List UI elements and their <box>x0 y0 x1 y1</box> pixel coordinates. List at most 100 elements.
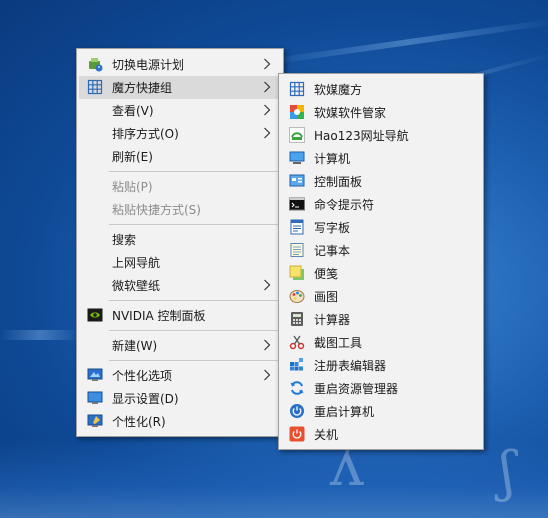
menu-item-web-navigation[interactable]: 上网导航 <box>79 251 281 274</box>
chevron-right-icon <box>263 81 271 93</box>
submenu-item-computer[interactable]: 计算机 <box>281 147 481 170</box>
submenu-item-shutdown[interactable]: 关机 <box>281 423 481 446</box>
menu-item-label: 新建(W) <box>112 339 158 353</box>
submenu-item-label: 重启资源管理器 <box>314 382 399 396</box>
desktop-floor-glow <box>0 440 548 518</box>
nvidia-icon <box>87 307 103 323</box>
menu-item-search[interactable]: 搜索 <box>79 228 281 251</box>
calculator-icon <box>289 311 305 327</box>
menu-item-label: 显示设置(D) <box>112 392 179 406</box>
menu-item-display-settings[interactable]: 显示设置(D) <box>79 387 281 410</box>
desktop-context-menu: 切换电源计划 魔方快捷组 查看(V) 排序方式(O) 刷新(E) 粘贴(P) 粘… <box>76 48 284 437</box>
submenu-item-label: 注册表编辑器 <box>314 359 387 373</box>
submenu-item-calculator[interactable]: 计算器 <box>281 308 481 331</box>
submenu-item-registry-editor[interactable]: 注册表编辑器 <box>281 354 481 377</box>
submenu-item-label: 画图 <box>314 290 339 304</box>
chevron-right-icon <box>263 127 271 139</box>
submenu-item-paint[interactable]: 画图 <box>281 285 481 308</box>
display-icon <box>87 390 103 406</box>
menu-item-paste[interactable]: 粘贴(P) <box>79 175 281 198</box>
submenu-item-label: 写字板 <box>314 221 351 235</box>
submenu-item-label: 命令提示符 <box>314 198 375 212</box>
submenu-item-notepad[interactable]: 记事本 <box>281 239 481 262</box>
grid-icon <box>87 79 103 95</box>
menu-item-new[interactable]: 新建(W) <box>79 334 281 357</box>
submenu-item-ruanmei-mofang[interactable]: 软媒魔方 <box>281 78 481 101</box>
computer-icon <box>289 150 305 166</box>
submenu-item-restart-computer[interactable]: 重启计算机 <box>281 400 481 423</box>
registry-editor-icon <box>289 357 305 373</box>
submenu-item-control-panel[interactable]: 控制面板 <box>281 170 481 193</box>
submenu-item-label: 便笺 <box>314 267 339 281</box>
chevron-right-icon <box>263 104 271 116</box>
menu-item-power-plan[interactable]: 切换电源计划 <box>79 53 281 76</box>
command-prompt-icon <box>289 196 305 212</box>
menu-item-label: 切换电源计划 <box>112 58 185 72</box>
light-streak <box>259 18 548 66</box>
watermark-logo: ʃ <box>500 440 515 503</box>
submenu-item-label: 软媒魔方 <box>314 83 363 97</box>
menu-item-label: 个性化(R) <box>112 415 166 429</box>
chevron-right-icon <box>263 369 271 381</box>
menu-item-label: 粘贴(P) <box>112 180 153 194</box>
submenu-item-label: 记事本 <box>314 244 351 258</box>
snipping-tool-icon <box>289 334 305 350</box>
personalize-options-icon <box>87 367 103 383</box>
menu-item-label: 搜索 <box>112 233 137 247</box>
menu-item-label: 粘贴快捷方式(S) <box>112 203 201 217</box>
control-panel-icon <box>289 173 305 189</box>
menu-item-view[interactable]: 查看(V) <box>79 99 281 122</box>
menu-item-sort-by[interactable]: 排序方式(O) <box>79 122 281 145</box>
submenu-item-label: 软媒软件管家 <box>314 106 387 120</box>
restart-computer-icon <box>289 403 305 419</box>
submenu-item-label: 重启计算机 <box>314 405 375 419</box>
submenu-item-label: 计算器 <box>314 313 351 327</box>
menu-item-nvidia-control-panel[interactable]: NVIDIA 控制面板 <box>79 304 281 327</box>
menu-item-paste-shortcut[interactable]: 粘贴快捷方式(S) <box>79 198 281 221</box>
menu-item-label: 刷新(E) <box>112 150 153 164</box>
submenu-item-label: 关机 <box>314 428 339 442</box>
menu-item-mofang-shortcuts[interactable]: 魔方快捷组 <box>79 76 281 99</box>
paint-icon <box>289 288 305 304</box>
power-plan-icon <box>87 56 103 72</box>
menu-item-refresh[interactable]: 刷新(E) <box>79 145 281 168</box>
menu-item-personalize[interactable]: 个性化(R) <box>79 410 281 433</box>
submenu-item-command-prompt[interactable]: 命令提示符 <box>281 193 481 216</box>
submenu-item-label: Hao123网址导航 <box>314 129 409 143</box>
light-streak <box>0 330 80 340</box>
submenu-item-hao123[interactable]: Hao123网址导航 <box>281 124 481 147</box>
menu-item-label: 上网导航 <box>112 256 161 270</box>
hao123-icon <box>289 127 305 143</box>
submenu-item-label: 计算机 <box>314 152 351 166</box>
submenu-item-wordpad[interactable]: 写字板 <box>281 216 481 239</box>
submenu-item-label: 控制面板 <box>314 175 363 189</box>
chevron-right-icon <box>263 58 271 70</box>
sticky-notes-icon <box>289 265 305 281</box>
personalize-icon <box>87 413 103 429</box>
wordpad-icon <box>289 219 305 235</box>
chevron-right-icon <box>263 339 271 351</box>
menu-separator <box>109 171 279 172</box>
menu-item-label: 魔方快捷组 <box>112 81 173 95</box>
menu-separator <box>109 360 279 361</box>
menu-separator <box>109 300 279 301</box>
chevron-right-icon <box>263 279 271 291</box>
software-manager-icon <box>289 104 305 120</box>
menu-item-label: 微软壁纸 <box>112 279 161 293</box>
restart-explorer-icon <box>289 380 305 396</box>
grid-icon <box>289 81 305 97</box>
menu-item-ms-wallpaper[interactable]: 微软壁纸 <box>79 274 281 297</box>
menu-separator <box>109 330 279 331</box>
menu-item-label: NVIDIA 控制面板 <box>112 309 206 323</box>
menu-item-personalize-options[interactable]: 个性化选项 <box>79 364 281 387</box>
submenu-item-label: 截图工具 <box>314 336 363 350</box>
menu-separator <box>109 224 279 225</box>
submenu-item-restart-explorer[interactable]: 重启资源管理器 <box>281 377 481 400</box>
submenu-item-snipping-tool[interactable]: 截图工具 <box>281 331 481 354</box>
shutdown-icon <box>289 426 305 442</box>
submenu-item-software-manager[interactable]: 软媒软件管家 <box>281 101 481 124</box>
menu-item-label: 排序方式(O) <box>112 127 179 141</box>
menu-item-label: 个性化选项 <box>112 369 173 383</box>
submenu-item-sticky-notes[interactable]: 便笺 <box>281 262 481 285</box>
mofang-shortcuts-submenu: 软媒魔方 软媒软件管家 Hao123网址导航 计算机 控制面板 命令提示符 写字… <box>278 73 484 450</box>
